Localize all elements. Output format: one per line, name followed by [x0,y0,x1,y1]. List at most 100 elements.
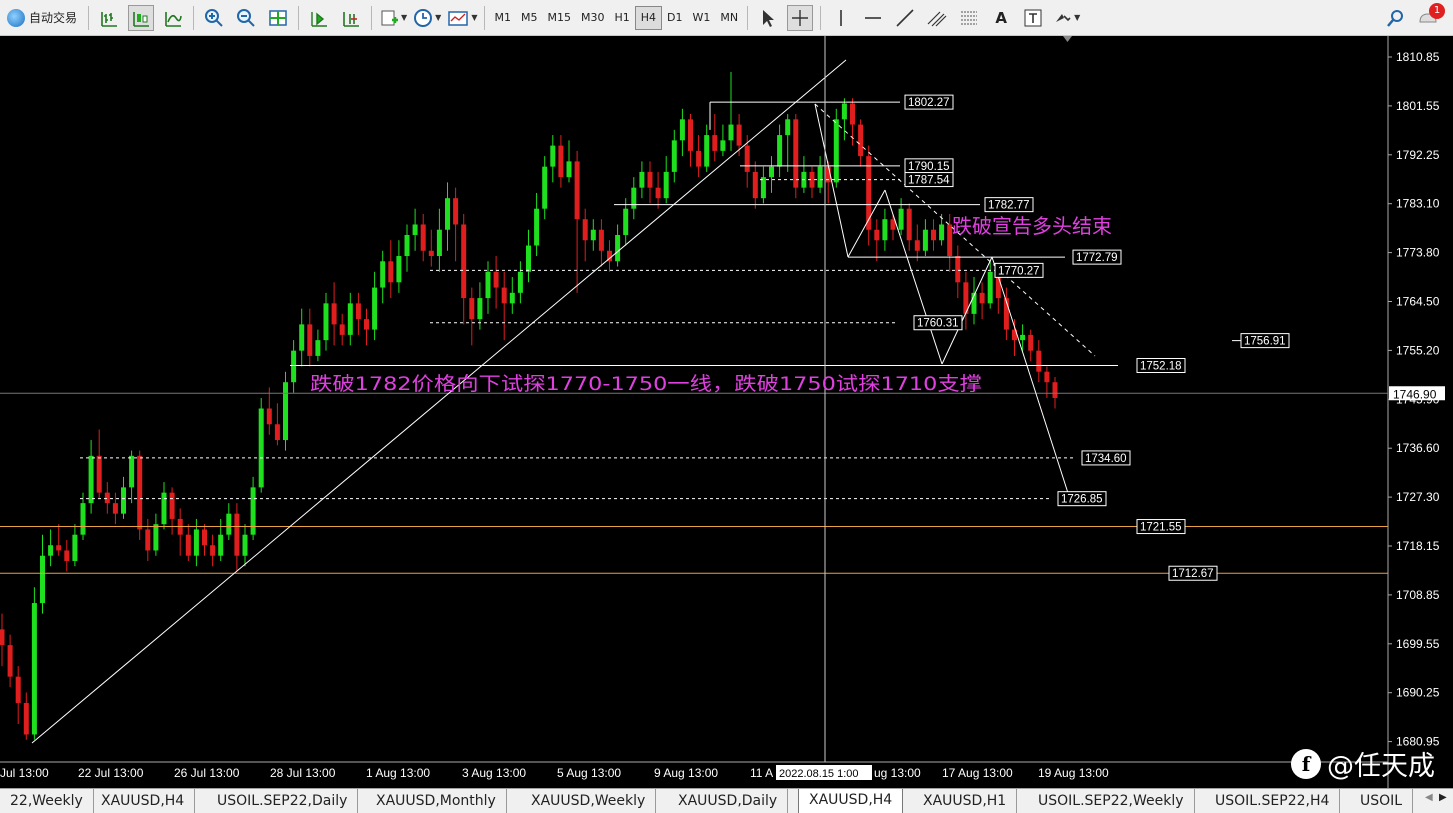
price-chart[interactable]: 1810.85 1801.55 1792.25 1783.10 1773.80 1764.… [0,36,1453,788]
candle-body [477,298,483,320]
chart-tab[interactable]: XAUUSD,H4 [91,789,196,813]
zoom-out-icon[interactable] [233,5,259,31]
candle-body [436,229,442,257]
chart-tab[interactable]: USOIL.SEP22,Daily [207,789,359,813]
candle-body [1028,334,1034,351]
candle-body [744,145,750,172]
zoom-in-icon[interactable] [201,5,227,31]
chart-tab[interactable]: XAUUSD,Weekly [521,789,657,813]
timeframe-m15[interactable]: M15 [542,7,576,29]
time-tick-label: Jul 13:00 [0,766,49,780]
level-label: 1760.31 [917,318,959,330]
price-tick-label: 1718.15 [1396,539,1440,553]
candle-body [931,229,936,241]
timeframe-m1[interactable]: M1 [489,7,516,29]
candle-body [347,303,353,335]
candle-body [372,287,378,330]
candle-body [874,229,880,241]
candle-body [858,124,864,157]
templates-icon[interactable]: ▼ [447,5,477,31]
candle-body [153,524,159,551]
candle-body [1020,334,1026,341]
chart-shift-icon[interactable] [338,5,364,31]
search-icon[interactable] [1383,5,1409,31]
candle-body [517,271,523,293]
vertical-line-icon[interactable] [828,5,854,31]
timeframe-m30[interactable]: M30 [576,7,610,29]
level-label: 1712.67 [1172,568,1214,580]
trendline-icon[interactable] [892,5,918,31]
candle-body [850,103,855,125]
candle-body [461,224,467,299]
candle-body [987,271,993,304]
candle-body [615,234,621,262]
candle-body [639,171,645,188]
text-icon[interactable]: A [988,5,1014,31]
channel-icon[interactable] [924,5,950,31]
tabs-scroll-right-icon[interactable]: ▶ [1439,792,1447,803]
candle-body [752,171,758,199]
timeframe-h1[interactable]: H1 [609,7,634,29]
text-label-icon[interactable] [1020,5,1046,31]
timeframe-w1[interactable]: W1 [688,7,716,29]
timeframe-h4[interactable]: H4 [634,5,663,30]
level-label: 1752.18 [1140,360,1182,372]
level-label: 1802.27 [908,97,950,109]
periods-icon[interactable]: ▼ [413,5,441,31]
candle-body [728,124,734,141]
candle-body [388,261,394,283]
line-chart-icon[interactable] [160,5,186,31]
candle-body [736,124,742,146]
chart-tab[interactable]: XAUUSD,H1 [913,789,1018,813]
candle-body [121,487,126,514]
chart-tab[interactable]: XAUUSD,H4 [798,789,904,813]
candle-body [777,135,783,167]
chart-tab[interactable]: USOIL [1350,789,1414,813]
indicators-icon[interactable]: ▼ [379,5,407,31]
chart-tabs: 22,Weekly XAUUSD,H4 USOIL.SEP22,Daily XAUUS… [0,788,1453,813]
candle-body [404,234,410,257]
time-tick-label: 19 Aug 13:00 [1038,766,1109,780]
autotrade-button[interactable]: 自动交易 [3,5,81,31]
alerts-icon[interactable]: 1 [1415,2,1445,31]
candle-body [623,208,629,235]
chart-tab[interactable]: USOIL.SEP22,H4 [1205,789,1341,813]
facebook-logo-icon: f [1291,748,1321,779]
candle-body [339,324,345,335]
time-tick-label: 17 Aug 13:00 [942,766,1013,780]
bar-chart-icon[interactable] [96,5,122,31]
candle-body [250,487,256,535]
chart-tab[interactable]: XAUUSD,Monthly [366,789,507,813]
candle-body [906,208,912,241]
candle-body [193,529,199,556]
cursor-icon[interactable] [755,5,781,31]
timeframe-m5[interactable]: M5 [516,7,543,29]
candle-body [955,256,961,283]
crosshair-icon[interactable] [787,4,814,31]
tile-windows-icon[interactable] [265,5,291,31]
candle-body [161,492,167,525]
candle-body [679,119,685,141]
time-tick-label: 9 Aug 13:00 [654,766,718,780]
candlestick-icon[interactable] [128,4,155,31]
candle-body [939,224,945,241]
candle-body [590,229,596,241]
arrows-icon[interactable]: ▼ [1052,5,1080,31]
chart-tab[interactable]: USOIL.SEP22,Weekly [1028,789,1195,813]
timeframe-d1[interactable]: D1 [662,7,687,29]
candle-body [104,492,110,504]
timeframe-mn[interactable]: MN [715,7,743,29]
candle-body [509,292,515,304]
candle-body [112,503,118,514]
current-price-label: 1746.90 [1393,387,1437,401]
candle-body [48,545,54,556]
horizontal-line-icon[interactable] [860,5,886,31]
fibonacci-icon[interactable] [956,5,982,31]
autoscroll-icon[interactable] [306,5,332,31]
chart-tab[interactable]: XAUUSD,Daily [668,789,789,813]
tabs-scroll-left-icon[interactable]: ◀ [1425,792,1433,803]
candle-body [534,208,540,246]
price-tick-label: 1699.55 [1396,637,1440,651]
price-tick-label: 1708.85 [1396,588,1440,602]
chart-tab[interactable]: 22,Weekly [0,789,94,813]
